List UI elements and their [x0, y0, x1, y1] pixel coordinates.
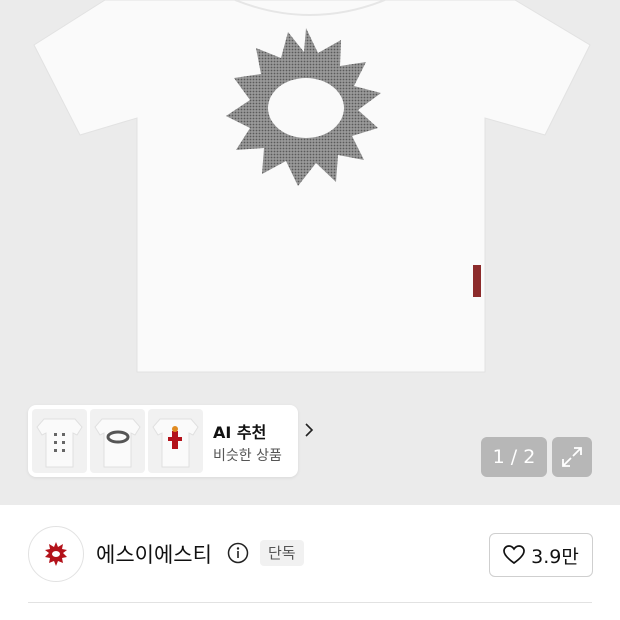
divider: [28, 602, 592, 603]
recommendation-thumbnail[interactable]: [148, 409, 203, 473]
like-count: 3.9만: [531, 545, 579, 568]
heart-icon: [503, 545, 525, 565]
ai-recommendation-title[interactable]: AI 추천: [213, 419, 266, 443]
ai-recommendation-card[interactable]: AI 추천 비슷한 상품: [28, 405, 314, 477]
recommendation-thumbnail[interactable]: [32, 409, 87, 473]
sun-logo-icon: [45, 542, 67, 566]
like-button[interactable]: 3.9만: [489, 533, 593, 577]
brand-logo[interactable]: [28, 526, 84, 582]
recommendation-thumbnail[interactable]: [90, 409, 145, 473]
product-image-gallery[interactable]: AI 추천 비슷한 상품 1 / 2: [0, 0, 620, 505]
expand-image-button[interactable]: [552, 437, 592, 477]
exclusive-badge: 단독: [260, 540, 304, 566]
image-pager: 1 / 2: [481, 437, 547, 477]
chevron-right-icon: [305, 423, 314, 437]
expand-arrows-icon: [562, 447, 582, 467]
ai-recommendation-subtitle: 비슷한 상품: [213, 448, 282, 464]
brand-row: 에스이에스티 단독 3.9만: [0, 505, 620, 605]
info-icon[interactable]: [227, 542, 249, 564]
brand-name[interactable]: 에스이에스티: [96, 539, 212, 569]
product-image[interactable]: [0, 0, 620, 400]
